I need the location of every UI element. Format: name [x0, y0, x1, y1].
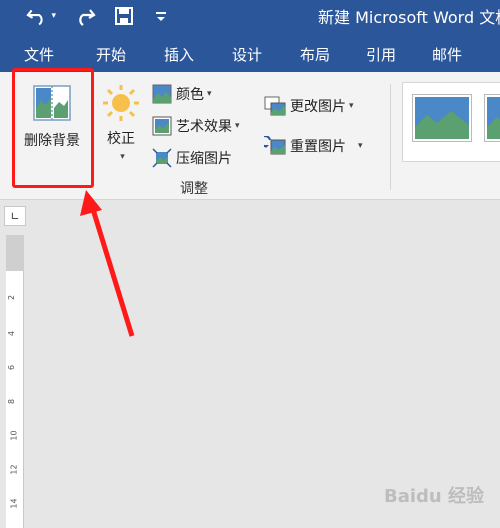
watermark: Baidu 经验 — [384, 486, 485, 507]
annotation-arrow — [80, 190, 135, 337]
